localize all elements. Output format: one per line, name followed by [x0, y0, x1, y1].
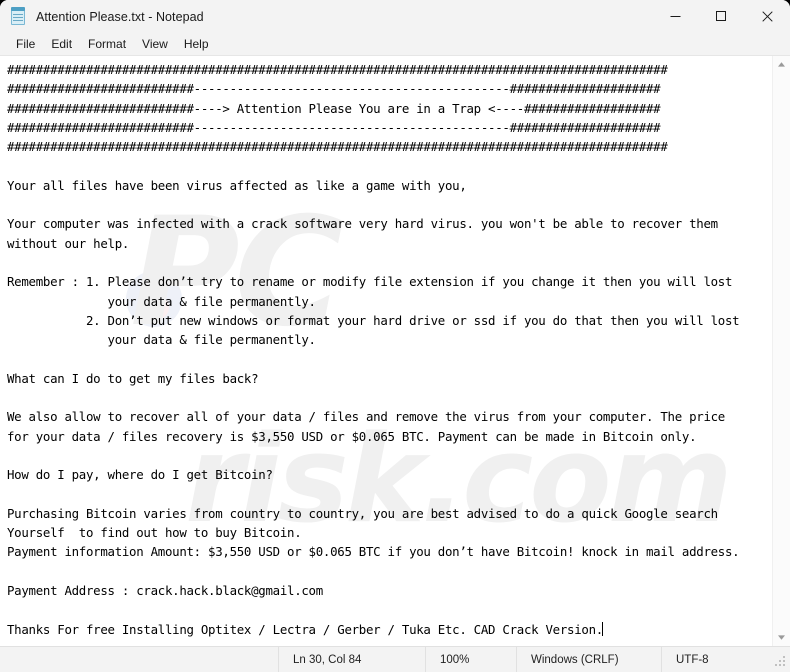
status-zoom-level[interactable]: 100% — [425, 647, 516, 672]
notepad-icon — [10, 7, 27, 26]
window-controls — [652, 0, 790, 33]
scroll-up-button[interactable] — [773, 56, 790, 73]
status-bar: Ln 30, Col 84 100% Windows (CRLF) UTF-8 — [0, 646, 790, 672]
minimize-button[interactable] — [652, 0, 698, 33]
title-bar-left: Attention Please.txt - Notepad — [0, 7, 204, 26]
menu-item-edit[interactable]: Edit — [43, 35, 80, 53]
menu-item-view[interactable]: View — [134, 35, 176, 53]
editor-area: PC risk.com ############################… — [0, 55, 790, 646]
notepad-window: Attention Please.txt - Notepad File Edit… — [0, 0, 790, 672]
menu-item-file[interactable]: File — [8, 35, 43, 53]
close-icon — [761, 11, 773, 22]
title-bar[interactable]: Attention Please.txt - Notepad — [0, 0, 790, 33]
chevron-down-icon — [777, 634, 786, 641]
menu-bar: File Edit Format View Help — [0, 33, 790, 55]
scroll-down-button[interactable] — [773, 629, 790, 646]
window-title: Attention Please.txt - Notepad — [36, 9, 204, 24]
text-caret — [601, 621, 603, 636]
menu-item-format[interactable]: Format — [80, 35, 134, 53]
status-cursor-position[interactable]: Ln 30, Col 84 — [278, 647, 425, 672]
resize-grip-icon[interactable] — [774, 653, 788, 667]
menu-item-help[interactable]: Help — [176, 35, 217, 53]
status-encoding[interactable]: UTF-8 — [661, 647, 772, 672]
maximize-icon — [715, 11, 727, 22]
text-editor-content: ########################################… — [7, 62, 740, 637]
chevron-up-icon — [777, 61, 786, 68]
status-line-ending[interactable]: Windows (CRLF) — [516, 647, 661, 672]
vertical-scrollbar[interactable] — [772, 56, 790, 646]
maximize-button[interactable] — [698, 0, 744, 33]
minimize-icon — [670, 11, 681, 22]
text-editor[interactable]: ########################################… — [0, 56, 772, 646]
close-button[interactable] — [744, 0, 790, 33]
